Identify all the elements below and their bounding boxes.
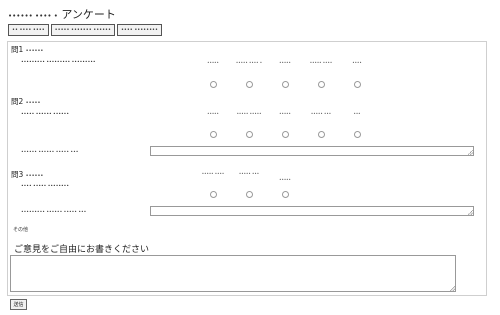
- other-section-label: その他: [13, 227, 29, 233]
- survey-page: •••••• •••• • アンケート •• •••• •••• ••••• •…: [0, 0, 500, 315]
- tab-bar: •• •••• •••• ••••• ••••••• •••••• •••• •…: [8, 24, 162, 36]
- q1-option-5-label: ••••: [352, 60, 362, 65]
- resize-grip-icon[interactable]: [468, 150, 473, 155]
- q1-radio-5[interactable]: [354, 81, 361, 88]
- q2-reason-input[interactable]: [150, 146, 474, 156]
- question-1-number: 問1: [11, 45, 24, 54]
- q2-option-4-label: ••••• •••: [310, 111, 332, 116]
- question-2-subtitle: •••••: [25, 100, 41, 106]
- opinion-label: ご意見をご自由にお書きください: [14, 245, 150, 255]
- q1-option-4-label: ••••• ••••: [309, 60, 333, 65]
- q1-option-3-label: •••••: [279, 60, 291, 65]
- question-1-subtitle: ••••••: [25, 48, 44, 54]
- q1-option-2-label: ••••• •••• •: [235, 60, 263, 65]
- question-3-prompt: •••• ••••• ••••••••: [21, 184, 69, 189]
- q2-reason-label: •••••• •••••• ••••• •••: [21, 150, 79, 155]
- q1-radio-1[interactable]: [210, 81, 217, 88]
- q2-radio-2[interactable]: [246, 131, 253, 138]
- question-1-prompt: ••••••••• ••••••••• •••••••••: [21, 60, 96, 65]
- q1-radio-2[interactable]: [246, 81, 253, 88]
- q1-option-1-label: •••••: [207, 60, 219, 65]
- q2-radio-5[interactable]: [354, 131, 361, 138]
- q3-option-1-label: ••••• ••••: [201, 171, 225, 176]
- resize-grip-icon[interactable]: [450, 286, 455, 291]
- page-title-prefix: •••••• •••• •: [8, 12, 58, 20]
- question-2-prompt: ••••• •••••• ••••••: [21, 112, 69, 117]
- resize-grip-icon[interactable]: [468, 210, 473, 215]
- q3-radio-2[interactable]: [246, 191, 253, 198]
- q2-option-1-label: •••••: [207, 111, 219, 116]
- q1-radio-4[interactable]: [318, 81, 325, 88]
- q2-radio-1[interactable]: [210, 131, 217, 138]
- tab-1[interactable]: •• •••• ••••: [8, 24, 49, 36]
- submit-button[interactable]: 送信: [10, 299, 27, 310]
- question-3-title: 問3 ••••••: [11, 169, 43, 180]
- opinion-textarea[interactable]: [10, 255, 456, 292]
- q2-option-5-label: •••: [353, 111, 361, 116]
- q2-radio-3[interactable]: [282, 131, 289, 138]
- question-1-title: 問1 ••••••: [11, 44, 43, 55]
- q2-radio-4[interactable]: [318, 131, 325, 138]
- q3-option-3-label: •••••: [279, 177, 291, 182]
- question-2-title: 問2 •••••: [11, 96, 40, 107]
- q3-option-2-label: ••••• •••: [238, 171, 260, 176]
- page-title-main: アンケート: [61, 8, 116, 21]
- question-2-number: 問2: [11, 97, 24, 106]
- question-3-subtitle: ••••••: [25, 173, 44, 179]
- q2-option-3-label: •••••: [279, 111, 291, 116]
- q3-reason-label: ••••••••• •••••• ••••• •••: [21, 210, 87, 215]
- q3-radio-1[interactable]: [210, 191, 217, 198]
- tab-2[interactable]: ••••• ••••••• ••••••: [50, 24, 115, 36]
- q2-option-2-label: ••••• •••••: [236, 111, 262, 116]
- q3-reason-input[interactable]: [150, 206, 474, 216]
- question-3-number: 問3: [11, 170, 24, 179]
- page-title: •••••• •••• • アンケート: [8, 6, 116, 22]
- q1-radio-3[interactable]: [282, 81, 289, 88]
- tab-3[interactable]: •••• ••••••••: [116, 24, 162, 36]
- q3-radio-3[interactable]: [282, 191, 289, 198]
